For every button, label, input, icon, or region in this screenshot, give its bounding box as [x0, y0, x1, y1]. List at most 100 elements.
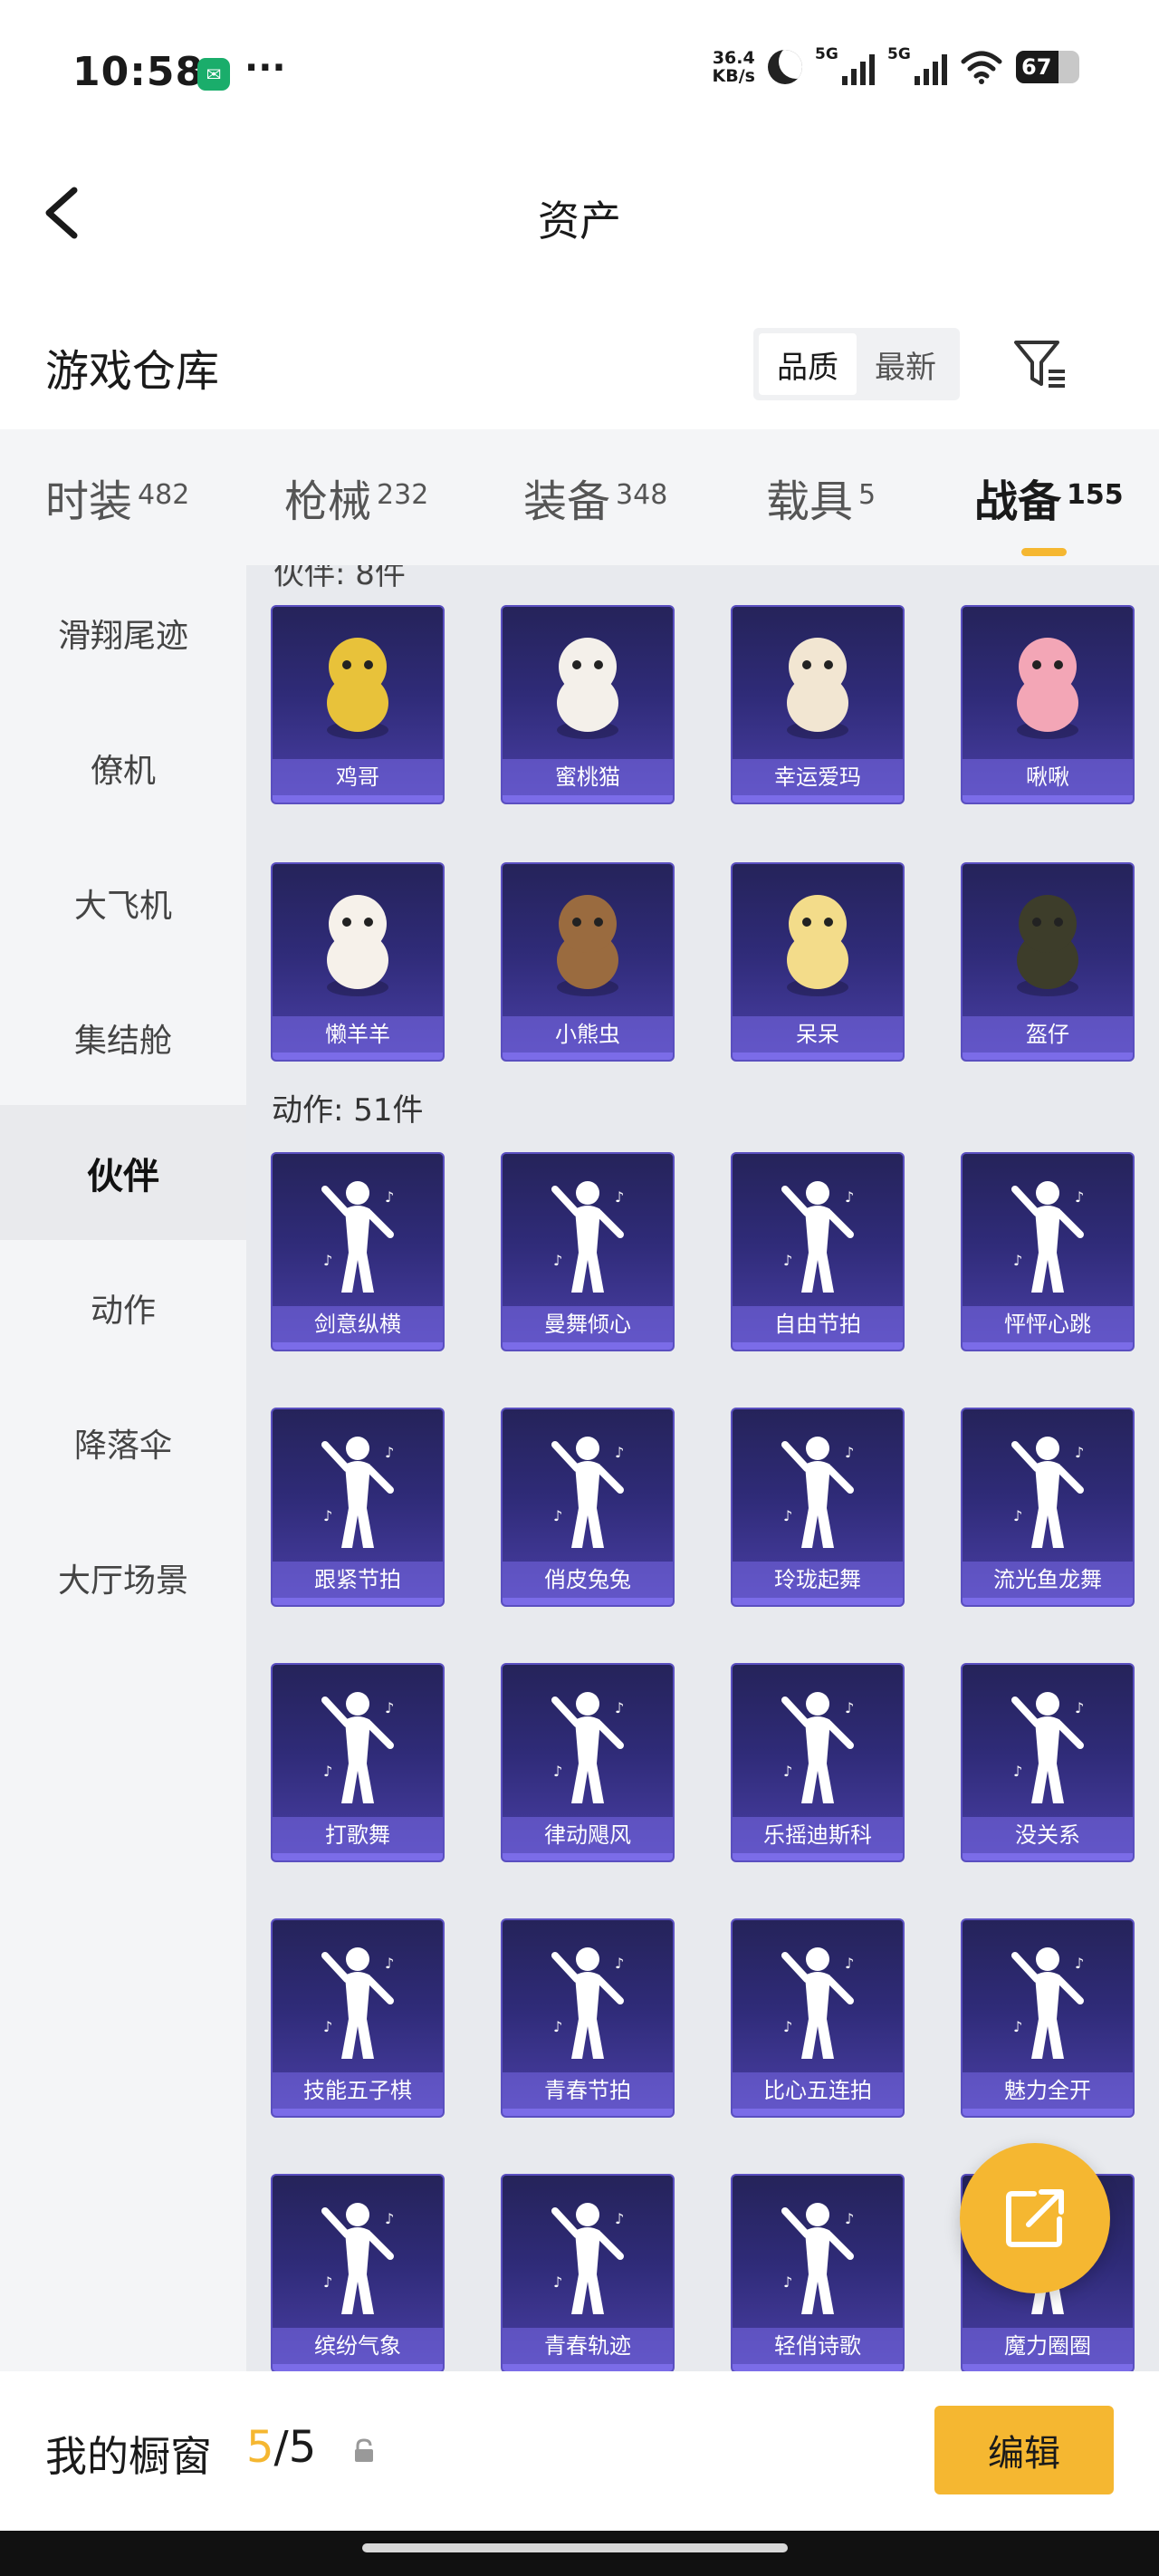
item-name: 流光鱼龙舞 [963, 1562, 1133, 1598]
item-name: 懒羊羊 [273, 1016, 443, 1053]
home-indicator[interactable] [362, 2543, 788, 2552]
section-title: 游戏仓库 [45, 346, 220, 397]
tab-vehicles[interactable]: 载具 5 [766, 466, 974, 529]
action-card[interactable]: ♪ ♪ 技能五子棋 [271, 1918, 445, 2118]
subcategory-sidebar: 滑翔尾迹 僚机 大飞机 集结舱 伙伴 动作 降落伞 大厅场景 [0, 565, 246, 2371]
svg-text:♪: ♪ [385, 2210, 394, 2227]
partner-card[interactable]: 鸡哥 [271, 605, 445, 804]
tab-fashion[interactable]: 时装 482 [45, 466, 284, 529]
svg-text:♪: ♪ [845, 1188, 854, 1206]
action-card[interactable]: ♪ ♪ 打歌舞 [271, 1663, 445, 1862]
status-indicators: 36.4 KB/s 5G 5G 67 [713, 45, 1079, 85]
item-thumbnail: ♪♪ [733, 1154, 903, 1313]
partner-figure-icon [557, 638, 618, 739]
item-name: 盔仔 [963, 1016, 1133, 1053]
item-thumbnail: ♪♪ [273, 2176, 443, 2335]
tab-label: 时装 [45, 476, 133, 527]
sort-toggle: 品质 最新 [753, 328, 960, 400]
action-card[interactable]: ♪ ♪ 魅力全开 [961, 1918, 1135, 2118]
svg-text:♪: ♪ [615, 1444, 624, 1461]
action-card[interactable]: ♪ ♪ 跟紧节拍 [271, 1408, 445, 1607]
action-card[interactable]: ♪ ♪ 玲珑起舞 [731, 1408, 905, 1607]
action-card[interactable]: ♪ ♪ 青春轨迹 [501, 2174, 675, 2371]
action-card[interactable]: ♪ ♪ 自由节拍 [731, 1152, 905, 1351]
partner-card[interactable]: 蜜桃猫 [501, 605, 675, 804]
dance-pose-icon: ♪♪ [781, 2203, 854, 2314]
svg-text:♪: ♪ [385, 1188, 394, 1206]
item-thumbnail: ♪♪ [733, 1409, 903, 1569]
partner-card[interactable]: 呆呆 [731, 862, 905, 1062]
item-thumbnail: ♪♪ [273, 1409, 443, 1569]
action-card[interactable]: ♪ ♪ 比心五连拍 [731, 1918, 905, 2118]
action-card[interactable]: ♪ ♪ 律动飓风 [501, 1663, 675, 1862]
sort-by-newest-button[interactable]: 最新 [857, 333, 954, 395]
dance-pose-icon: ♪♪ [551, 1692, 624, 1803]
action-card[interactable]: ♪ ♪ 轻俏诗歌 [731, 2174, 905, 2371]
edit-button[interactable]: 编辑 [934, 2406, 1114, 2494]
sidebar-item-wingman[interactable]: 僚机 [0, 700, 246, 835]
sidebar-item-big-plane[interactable]: 大飞机 [0, 835, 246, 970]
dance-pose-icon: ♪♪ [551, 1181, 624, 1293]
svg-text:♪: ♪ [323, 2273, 332, 2291]
sort-by-quality-button[interactable]: 品质 [759, 333, 857, 395]
partner-card[interactable]: 盔仔 [961, 862, 1135, 1062]
tab-combat-gear[interactable]: 战备 155 [974, 466, 1124, 556]
share-button[interactable] [960, 2143, 1110, 2293]
tab-equipment[interactable]: 装备 348 [523, 466, 766, 529]
action-card[interactable]: ♪ ♪ 流光鱼龙舞 [961, 1408, 1135, 1607]
dance-pose-icon: ♪♪ [1011, 1437, 1084, 1548]
partner-card[interactable]: 幸运爱玛 [731, 605, 905, 804]
sidebar-item-assembly-pod[interactable]: 集结舱 [0, 970, 246, 1105]
status-time: 10:58 [72, 49, 205, 95]
svg-text:♪: ♪ [1075, 1955, 1084, 1972]
action-card[interactable]: ♪ ♪ 剑意纵横 [271, 1152, 445, 1351]
partner-card[interactable]: 懒羊羊 [271, 862, 445, 1062]
sidebar-item-parachute[interactable]: 降落伞 [0, 1375, 246, 1510]
svg-text:♪: ♪ [1013, 1763, 1022, 1780]
partner-card[interactable]: 小熊虫 [501, 862, 675, 1062]
item-name: 跟紧节拍 [273, 1562, 443, 1598]
sidebar-item-action[interactable]: 动作 [0, 1240, 246, 1375]
item-name: 呆呆 [733, 1016, 903, 1053]
item-name: 蜜桃猫 [503, 759, 673, 795]
item-thumbnail [273, 864, 443, 1024]
sidebar-item-glide-trail[interactable]: 滑翔尾迹 [0, 565, 246, 700]
action-card[interactable]: ♪ ♪ 乐摇迪斯科 [731, 1663, 905, 1862]
svg-text:♪: ♪ [385, 1955, 394, 1972]
partner-group-label: 伙伴: 8件 [273, 565, 406, 592]
item-thumbnail: ♪♪ [503, 1665, 673, 1824]
svg-text:♪: ♪ [783, 2018, 792, 2035]
item-name: 律动飓风 [503, 1817, 673, 1853]
tab-label: 枪械 [284, 476, 372, 527]
filter-icon[interactable] [1011, 335, 1068, 393]
item-thumbnail [733, 607, 903, 766]
action-card[interactable]: ♪ ♪ 怦怦心跳 [961, 1152, 1135, 1351]
tab-count: 482 [138, 479, 190, 511]
sidebar-item-partner[interactable]: 伙伴 [0, 1105, 246, 1240]
tab-guns[interactable]: 枪械 232 [284, 466, 523, 529]
action-card[interactable]: ♪ ♪ 俏皮兔兔 [501, 1408, 675, 1607]
dance-pose-icon: ♪♪ [321, 1437, 394, 1548]
dance-pose-icon: ♪♪ [1011, 1181, 1084, 1293]
item-thumbnail: ♪♪ [963, 1154, 1133, 1313]
partner-card[interactable]: 啾啾 [961, 605, 1135, 804]
tab-label: 载具 [766, 476, 854, 527]
item-thumbnail [503, 864, 673, 1024]
action-card[interactable]: ♪ ♪ 缤纷气象 [271, 2174, 445, 2371]
item-thumbnail [733, 864, 903, 1024]
svg-text:♪: ♪ [1013, 2018, 1022, 2035]
item-name: 魔力圈圈 [963, 2328, 1133, 2364]
item-thumbnail: ♪♪ [733, 1920, 903, 2080]
showcase-current: 5 [246, 2422, 274, 2473]
sidebar-item-lobby-scene[interactable]: 大厅场景 [0, 1510, 246, 1645]
action-card[interactable]: ♪ ♪ 没关系 [961, 1663, 1135, 1862]
action-card[interactable]: ♪ ♪ 曼舞倾心 [501, 1152, 675, 1351]
action-card[interactable]: ♪ ♪ 青春节拍 [501, 1918, 675, 2118]
battery-level: 67 [1021, 54, 1052, 80]
svg-text:♪: ♪ [845, 1955, 854, 1972]
svg-text:♪: ♪ [615, 2210, 624, 2227]
item-name: 俏皮兔兔 [503, 1562, 673, 1598]
item-grid: 伙伴: 8件 动作: 51件 鸡哥 蜜桃猫 幸运爱玛 啾啾 懒羊羊 小熊虫 呆呆 盔仔 ♪ ♪ 剑意… [246, 565, 1159, 2371]
item-thumbnail [503, 607, 673, 766]
share-icon [1006, 2189, 1064, 2247]
